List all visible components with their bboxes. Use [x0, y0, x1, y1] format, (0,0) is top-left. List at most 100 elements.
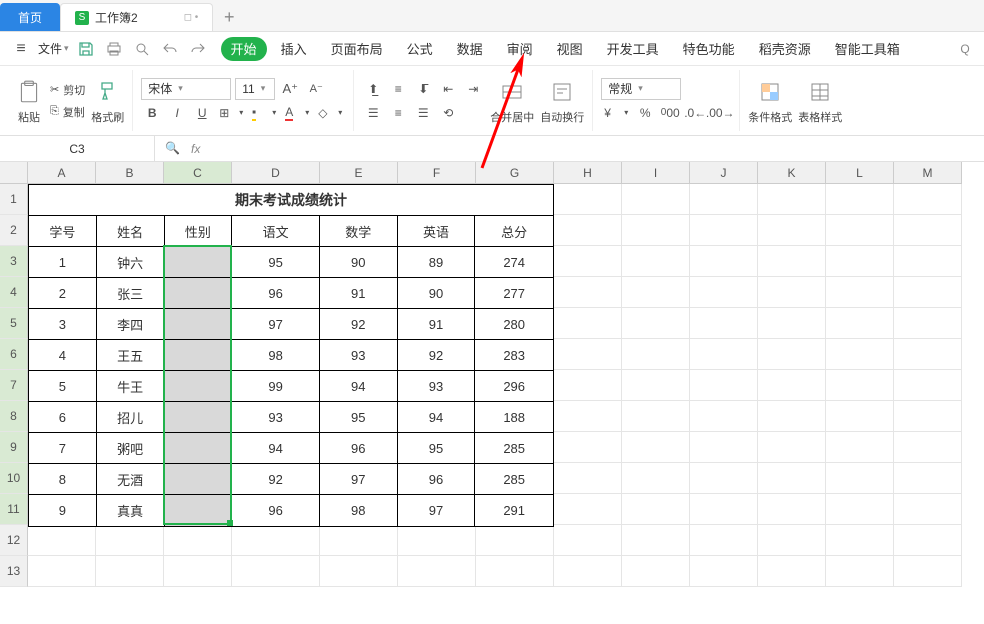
table-cell[interactable]: 95 — [320, 402, 398, 433]
table-cell[interactable]: 93 — [320, 340, 398, 371]
col-header-F[interactable]: F — [398, 162, 476, 184]
menu-smarttool[interactable]: 智能工具箱 — [825, 37, 910, 61]
table-cell[interactable]: 王五 — [97, 340, 165, 371]
table-cell[interactable]: 9 — [29, 495, 97, 526]
cell[interactable] — [622, 277, 690, 308]
cell[interactable] — [690, 215, 758, 246]
cell[interactable] — [476, 556, 554, 587]
cell[interactable] — [894, 277, 962, 308]
col-header-A[interactable]: A — [28, 162, 96, 184]
table-cell[interactable]: 3 — [29, 309, 97, 340]
table-header[interactable]: 学号 — [29, 216, 97, 247]
cell[interactable] — [826, 277, 894, 308]
align-middle-button[interactable]: ≡ — [387, 78, 409, 100]
table-cell[interactable]: 钟六 — [97, 247, 165, 278]
cell[interactable] — [826, 370, 894, 401]
col-header-B[interactable]: B — [96, 162, 164, 184]
cell[interactable] — [622, 370, 690, 401]
col-header-G[interactable]: G — [476, 162, 554, 184]
tab-home[interactable]: 首页 — [0, 3, 60, 31]
formatpainter-button[interactable]: 格式刷 — [91, 77, 124, 125]
cell[interactable] — [826, 308, 894, 339]
redo-icon[interactable] — [187, 38, 209, 60]
table-cell[interactable]: 96 — [232, 278, 320, 309]
phonetic-button[interactable]: ◇▾ — [315, 102, 345, 124]
increase-decimal-button[interactable]: .00→ — [709, 102, 731, 124]
cell[interactable] — [622, 556, 690, 587]
table-cell[interactable] — [165, 464, 233, 495]
underline-button[interactable]: U — [191, 102, 213, 124]
menu-start[interactable]: 开始 — [221, 37, 267, 61]
table-cell[interactable]: 90 — [398, 278, 476, 309]
col-header-M[interactable]: M — [894, 162, 962, 184]
save-icon[interactable] — [75, 38, 97, 60]
menu-dev[interactable]: 开发工具 — [597, 37, 669, 61]
orientation-button[interactable]: ⟲ — [437, 102, 459, 124]
cell[interactable] — [894, 494, 962, 525]
cell[interactable] — [622, 184, 690, 215]
cell[interactable] — [96, 556, 164, 587]
cell[interactable] — [690, 308, 758, 339]
tab-workbook[interactable]: S 工作簿2 ◻ • — [60, 3, 213, 31]
comma-button[interactable]: 000 — [659, 102, 681, 124]
col-header-H[interactable]: H — [554, 162, 622, 184]
menu-docer[interactable]: 稻壳资源 — [749, 37, 821, 61]
table-cell[interactable]: 无酒 — [97, 464, 165, 495]
cell[interactable] — [164, 556, 232, 587]
row-header-9[interactable]: 9 — [0, 432, 28, 463]
table-cell[interactable]: 91 — [320, 278, 398, 309]
col-header-D[interactable]: D — [232, 162, 320, 184]
cell[interactable] — [622, 401, 690, 432]
table-cell[interactable]: 94 — [398, 402, 476, 433]
cell[interactable] — [232, 556, 320, 587]
font-color-button[interactable]: A▾ — [282, 102, 312, 124]
cell[interactable] — [690, 246, 758, 277]
row-header-10[interactable]: 10 — [0, 463, 28, 494]
cell[interactable] — [758, 277, 826, 308]
table-cell[interactable]: 98 — [320, 495, 398, 526]
align-center-button[interactable]: ≡ — [387, 102, 409, 124]
border-button[interactable]: ⊞▾ — [216, 102, 246, 124]
menu-special[interactable]: 特色功能 — [673, 37, 745, 61]
cell[interactable] — [622, 463, 690, 494]
cell[interactable] — [690, 432, 758, 463]
cell[interactable] — [758, 215, 826, 246]
col-header-I[interactable]: I — [622, 162, 690, 184]
cell[interactable] — [894, 432, 962, 463]
undo-icon[interactable] — [159, 38, 181, 60]
cell[interactable] — [690, 277, 758, 308]
indent-increase-button[interactable]: ⇥ — [462, 78, 484, 100]
cell[interactable] — [554, 463, 622, 494]
table-cell[interactable]: 97 — [398, 495, 476, 526]
table-cell[interactable]: 粥吧 — [97, 433, 165, 464]
cell[interactable] — [894, 215, 962, 246]
table-cell[interactable]: 285 — [475, 464, 553, 495]
merge-button[interactable]: 合并居中 — [490, 77, 534, 125]
row-header-13[interactable]: 13 — [0, 556, 28, 587]
cell[interactable] — [826, 401, 894, 432]
cell[interactable] — [398, 525, 476, 556]
col-header-L[interactable]: L — [826, 162, 894, 184]
cell[interactable] — [554, 246, 622, 277]
cell[interactable] — [758, 184, 826, 215]
table-cell[interactable]: 真真 — [97, 495, 165, 526]
table-cell[interactable]: 188 — [475, 402, 553, 433]
cell[interactable] — [826, 463, 894, 494]
table-cell[interactable]: 97 — [320, 464, 398, 495]
table-header[interactable]: 语文 — [232, 216, 320, 247]
table-cell[interactable]: 89 — [398, 247, 476, 278]
name-box[interactable]: C3 — [0, 136, 155, 161]
menu-insert[interactable]: 插入 — [271, 37, 317, 61]
table-cell[interactable] — [165, 495, 233, 526]
cell[interactable] — [554, 494, 622, 525]
print-icon[interactable] — [103, 38, 125, 60]
cell[interactable] — [894, 308, 962, 339]
table-cell[interactable]: 98 — [232, 340, 320, 371]
cell[interactable] — [622, 308, 690, 339]
row-header-2[interactable]: 2 — [0, 215, 28, 246]
font-name-select[interactable]: 宋体▾ — [141, 78, 231, 100]
table-cell[interactable]: 97 — [232, 309, 320, 340]
cell[interactable] — [758, 370, 826, 401]
decrease-font-button[interactable]: A⁻ — [305, 78, 327, 100]
table-cell[interactable]: 99 — [232, 371, 320, 402]
